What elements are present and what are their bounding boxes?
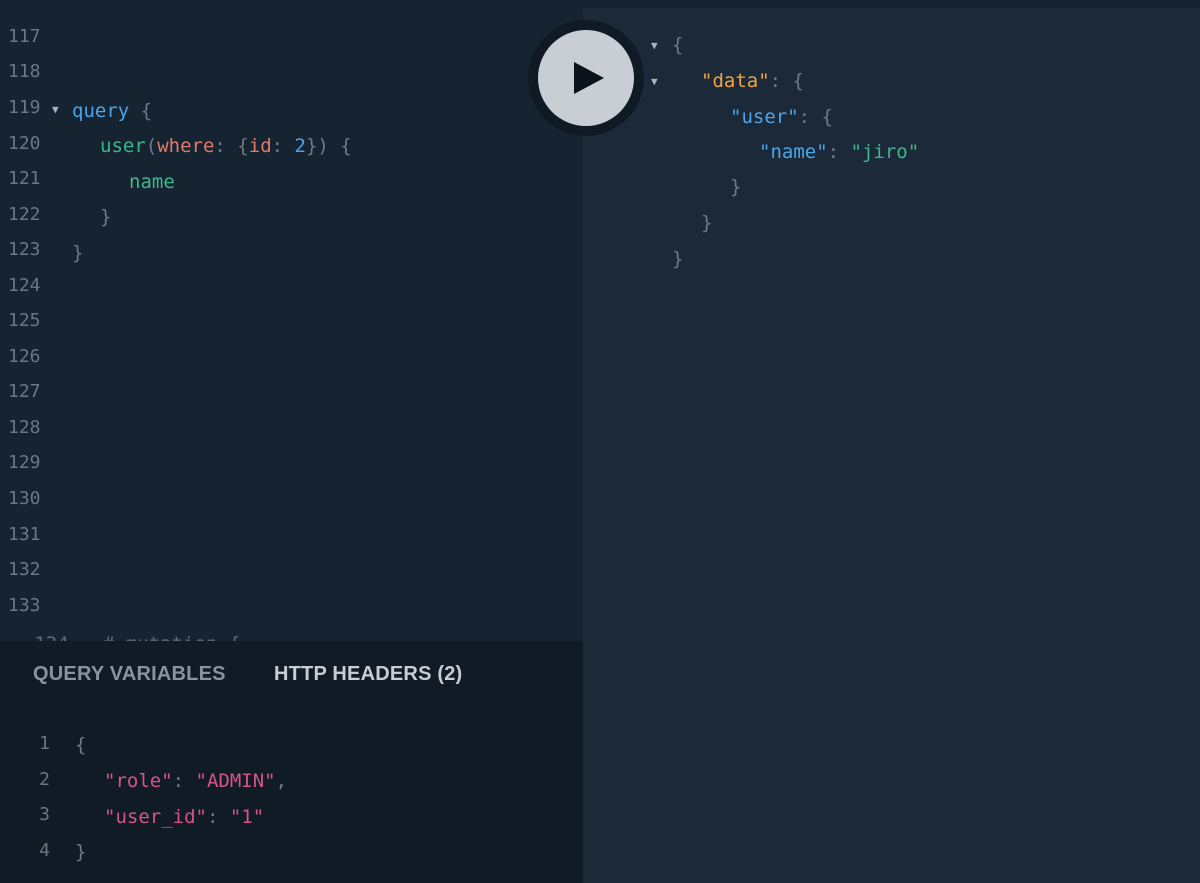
line-number: 3 <box>39 804 50 825</box>
header-entry: "user_id": "1" <box>104 806 265 828</box>
arg-id-value: 2 <box>294 135 306 157</box>
line-number: 122 <box>8 204 41 225</box>
result-line: "user": { <box>730 106 833 128</box>
query-editor[interactable]: 117 118 119 120 121 122 123 124 125 126 … <box>0 8 583 641</box>
line-number: 4 <box>39 840 50 861</box>
header-value: "1" <box>229 806 265 828</box>
line-number: 130 <box>8 488 41 509</box>
line-number: 129 <box>8 452 41 473</box>
line-number: 120 <box>8 133 41 154</box>
code-line: } <box>75 841 87 863</box>
fold-arrow-icon[interactable]: ▼ <box>651 28 658 64</box>
result-pane: ▼ ▼ { "data": { "user": { "name": "jiro"… <box>583 8 1200 883</box>
line-number: 131 <box>8 524 41 545</box>
code-line: name <box>129 164 175 200</box>
code-line: query { <box>72 100 153 122</box>
line-number: 2 <box>39 769 50 790</box>
result-key-user: "user" <box>730 106 799 128</box>
field-name: name <box>129 171 175 193</box>
code-line: user(where: {id: 2}) { <box>100 135 352 157</box>
tab-query-variables[interactable]: QUERY VARIABLES <box>33 663 226 686</box>
result-line: } <box>672 248 684 270</box>
query-keyword: query <box>72 100 130 122</box>
play-icon <box>574 62 604 94</box>
field-user: user <box>100 135 146 157</box>
header-key: "role" <box>104 770 173 792</box>
fold-arrow-icon[interactable]: ▼ <box>651 64 658 100</box>
line-number: 132 <box>8 559 41 580</box>
arg-id: id <box>248 135 272 157</box>
run-button-ring <box>528 20 644 136</box>
header-key: "user_id" <box>104 806 207 828</box>
line-number: 126 <box>8 346 41 367</box>
line-number: 123 <box>8 239 41 260</box>
fold-arrow-icon[interactable]: ▼ <box>52 92 59 128</box>
line-number: 119 <box>8 97 41 118</box>
result-line: "data": { <box>701 70 804 92</box>
line-number: 124 <box>8 275 41 296</box>
top-bar <box>0 0 1200 8</box>
code-line: } <box>72 242 84 264</box>
line-number: 133 <box>8 595 41 616</box>
tab-http-headers[interactable]: HTTP HEADERS (2) <box>274 663 462 686</box>
result-line: "name": "jiro" <box>759 141 920 163</box>
line-number: 121 <box>8 168 41 189</box>
header-value: "ADMIN" <box>195 770 276 792</box>
line-number: 128 <box>8 417 41 438</box>
arg-where: where <box>157 135 215 157</box>
line-number: 127 <box>8 381 41 402</box>
result-line: { <box>672 34 684 56</box>
code-line: { <box>75 734 87 756</box>
result-line: } <box>730 176 742 198</box>
code-line: } <box>100 206 112 228</box>
result-value-name: "jiro" <box>850 141 920 163</box>
result-key-data: "data" <box>701 70 770 92</box>
result-line: } <box>701 212 713 234</box>
partial-code-line: 134 # mutation { <box>0 626 583 641</box>
result-key-name: "name" <box>759 141 828 163</box>
header-entry: "role": "ADMIN", <box>104 770 288 792</box>
line-number: 118 <box>8 61 41 82</box>
run-button[interactable] <box>538 30 634 126</box>
line-number: 125 <box>8 310 41 331</box>
line-number: 117 <box>8 26 41 47</box>
line-number: 1 <box>39 733 50 754</box>
variables-pane: QUERY VARIABLES HTTP HEADERS (2) 1 2 3 4… <box>0 641 583 883</box>
